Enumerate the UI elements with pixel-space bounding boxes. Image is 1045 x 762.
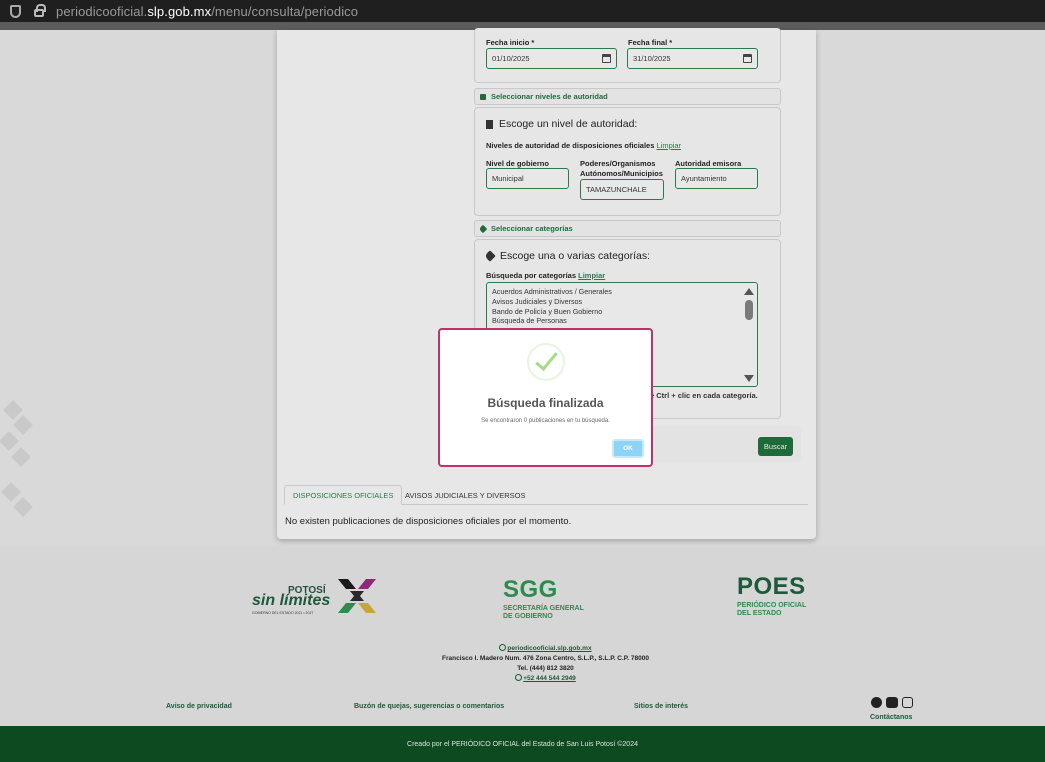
success-check-icon: [527, 343, 565, 381]
dialog-message: Se encontraron 0 publicaciones en tu bús…: [481, 418, 610, 424]
url-text[interactable]: periodicooficial.slp.gob.mx/menu/consult…: [56, 4, 358, 19]
lock-icon[interactable]: [34, 4, 46, 17]
ok-button[interactable]: OK: [612, 439, 644, 458]
search-finished-dialog: Búsqueda finalizada Se encontraron 0 pub…: [438, 328, 653, 467]
shield-icon[interactable]: [10, 4, 21, 18]
browser-url-bar[interactable]: periodicooficial.slp.gob.mx/menu/consult…: [0, 0, 1045, 22]
dialog-title: Búsqueda finalizada: [487, 396, 604, 410]
